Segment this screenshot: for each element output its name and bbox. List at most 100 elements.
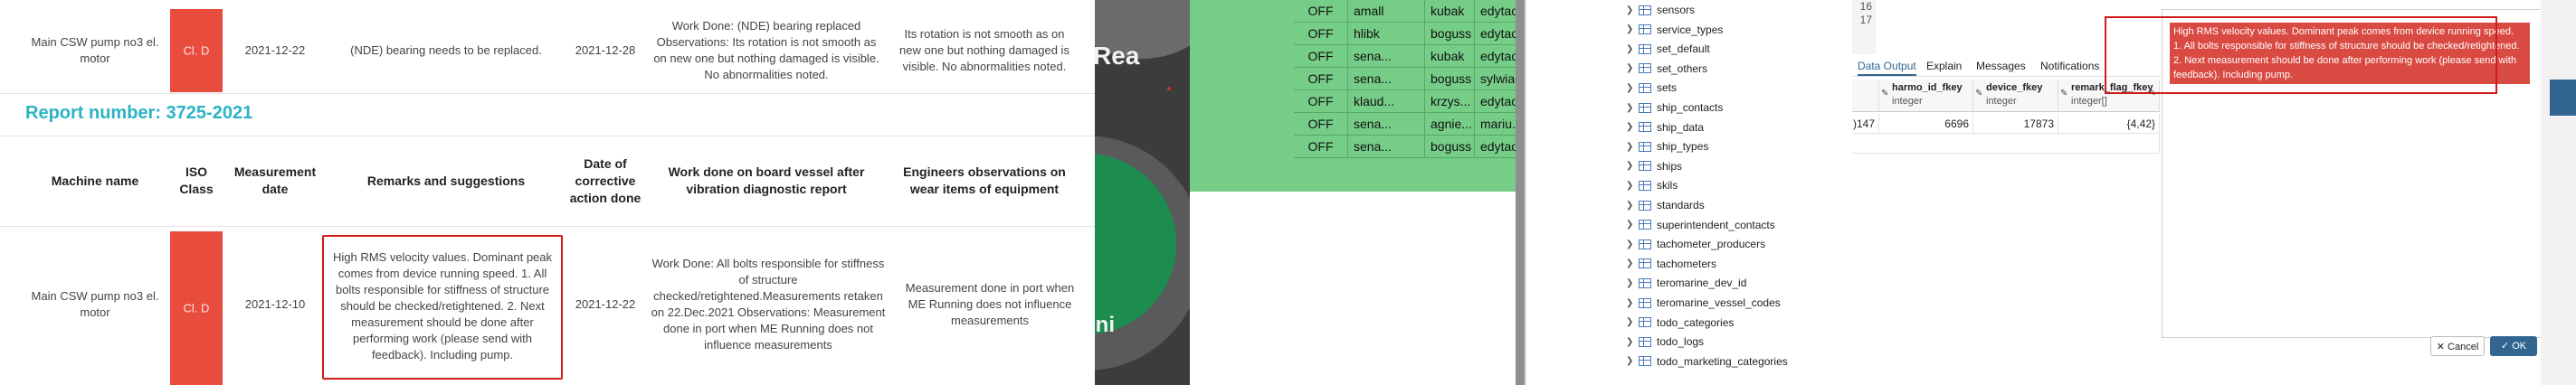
tree-item[interactable]: ❯ teromarine_vessel_codes	[1626, 293, 1781, 313]
table-cell[interactable]: 17873	[1973, 114, 2058, 134]
tree-item-label: ship_types	[1657, 140, 1709, 154]
header-iso-class: ISO Class	[179, 164, 214, 196]
table-cell[interactable]: OFF	[1294, 136, 1348, 158]
chevron-right-icon[interactable]: ❯	[1626, 83, 1639, 93]
tree-item[interactable]: ❯ sensors	[1626, 0, 1695, 20]
table-row[interactable]: OFFsena...bogussedytaokra	[1294, 136, 1516, 158]
table-cell[interactable]: )147	[1852, 114, 1879, 134]
chevron-right-icon[interactable]: ❯	[1626, 122, 1639, 132]
table-cell[interactable]: edytao	[1475, 90, 1516, 113]
table-cell[interactable]: sena...	[1348, 45, 1425, 68]
tab-notifications[interactable]: Notifications	[2040, 60, 2099, 72]
table-cell[interactable]: 6696	[1879, 114, 1973, 134]
tree-item[interactable]: ❯ ship_types	[1626, 136, 1708, 156]
tree-item[interactable]: ❯ ship_data	[1626, 117, 1704, 137]
table-row[interactable]: OFFsena...agnie...mariu...tor	[1294, 113, 1516, 136]
table-icon	[1639, 102, 1651, 113]
tree-item-label: ship_contacts	[1657, 101, 1724, 114]
chevron-right-icon[interactable]: ❯	[1626, 201, 1639, 211]
tab-data-output[interactable]: Data Output	[1858, 60, 1916, 76]
chevron-right-icon[interactable]: ❯	[1626, 356, 1639, 366]
tree-item[interactable]: ❯ todo_marketing_categories	[1626, 352, 1788, 371]
table-cell[interactable]: OFF	[1294, 90, 1348, 113]
tree-item[interactable]: ❯ ship_contacts	[1626, 98, 1723, 117]
tree-item[interactable]: ❯ set_others	[1626, 59, 1707, 79]
chevron-right-icon[interactable]: ❯	[1626, 298, 1639, 308]
table-row[interactable]: OFFhlibkbogussedytaose	[1294, 23, 1516, 45]
chevron-right-icon[interactable]: ❯	[1626, 317, 1639, 327]
tree-item[interactable]: ❯ ships	[1626, 156, 1682, 176]
chevron-right-icon[interactable]: ❯	[1626, 258, 1639, 268]
table-cell[interactable]: amall	[1348, 0, 1425, 23]
table-cell[interactable]: boguss	[1425, 68, 1475, 90]
table-row[interactable]: OFFklaud...krzys...edytaokra	[1294, 90, 1516, 113]
right-sidebar	[2541, 0, 2576, 385]
measurement-date-cell: 2021-12-10	[244, 297, 306, 311]
cancel-button[interactable]: ✕ Cancel	[2430, 336, 2485, 356]
tree-item[interactable]: ❯ service_types	[1626, 20, 1723, 40]
table-cell[interactable]: kubak	[1425, 0, 1475, 23]
chevron-right-icon[interactable]: ❯	[1626, 220, 1639, 230]
ok-button[interactable]: ✓ OK	[2490, 336, 2537, 356]
table-cell[interactable]: sylwiag	[1475, 68, 1516, 90]
tree-item[interactable]: ❯ teromarine_dev_id	[1626, 273, 1746, 293]
table-cell[interactable]: agnie...	[1425, 113, 1475, 136]
column-header-harmo-id[interactable]: ✎ harmo_id_fkey integer	[1879, 80, 1973, 112]
chevron-right-icon[interactable]: ❯	[1626, 181, 1639, 191]
measurement-date-cell: 2021-12-22	[244, 43, 306, 57]
table-cell[interactable]: edytao	[1475, 0, 1516, 23]
table-cell[interactable]: edytao	[1475, 45, 1516, 68]
column-header-device[interactable]: ✎ device_fkey integer	[1973, 80, 2058, 112]
table-cell[interactable]: boguss	[1425, 23, 1475, 45]
chevron-right-icon[interactable]: ❯	[1626, 63, 1639, 73]
table-cell[interactable]: OFF	[1294, 45, 1348, 68]
table-cell[interactable]: OFF	[1294, 0, 1348, 23]
tree-item[interactable]: ❯ tachometer_producers	[1626, 234, 1765, 254]
tree-item[interactable]: ❯ todo_logs	[1626, 332, 1704, 352]
tree-item[interactable]: ❯ tachometers	[1626, 254, 1716, 274]
table-icon	[1639, 336, 1651, 347]
line-number: 16	[1859, 0, 1872, 13]
table-row[interactable]: OFFamallkubakedytaose	[1294, 0, 1516, 23]
tree-item[interactable]: ❯ skils	[1626, 175, 1678, 195]
table-cell[interactable]: edytao	[1475, 23, 1516, 45]
chevron-right-icon[interactable]: ❯	[1626, 239, 1639, 249]
tab-messages[interactable]: Messages	[1976, 60, 2026, 72]
table-cell[interactable]: sena...	[1348, 68, 1425, 90]
chevron-right-icon[interactable]: ❯	[1626, 278, 1639, 288]
tab-explain[interactable]: Explain	[1926, 60, 1962, 72]
chevron-right-icon[interactable]: ❯	[1626, 337, 1639, 347]
table-icon	[1639, 200, 1651, 211]
table-cell[interactable]: edytao	[1475, 136, 1516, 158]
table-cell[interactable]: boguss	[1425, 136, 1475, 158]
table-cell[interactable]: hlibk	[1348, 23, 1425, 45]
table-cell[interactable]: sena...	[1348, 113, 1425, 136]
tree-item-label: standards	[1657, 199, 1705, 211]
table-cell[interactable]: {4,42}	[2058, 114, 2160, 134]
chevron-right-icon[interactable]: ❯	[1626, 142, 1639, 152]
table-cell[interactable]: mariu...	[1475, 113, 1516, 136]
table-cell[interactable]: kubak	[1425, 45, 1475, 68]
table-cell[interactable]: sena...	[1348, 136, 1425, 158]
table-row[interactable]: OFFsena...kubakedytaokra	[1294, 45, 1516, 68]
column-type: integer	[1892, 96, 1923, 107]
table-cell[interactable]: OFF	[1294, 68, 1348, 90]
table-icon	[1639, 141, 1651, 152]
table-cell[interactable]: klaud...	[1348, 90, 1425, 113]
tree-item[interactable]: ❯ set_default	[1626, 39, 1710, 59]
table-cell[interactable]: OFF	[1294, 113, 1348, 136]
table-cell[interactable]: krzys...	[1425, 90, 1475, 113]
tree-item[interactable]: ❯ standards	[1626, 195, 1705, 215]
scrollbar[interactable]	[1516, 0, 1525, 385]
chevron-right-icon[interactable]: ❯	[1626, 103, 1639, 113]
tree-item[interactable]: ❯ superintendent_contacts	[1626, 215, 1775, 235]
chevron-right-icon[interactable]: ❯	[1626, 24, 1639, 34]
table-cell[interactable]: OFF	[1294, 23, 1348, 45]
chevron-right-icon[interactable]: ❯	[1626, 5, 1639, 15]
tree-item[interactable]: ❯ todo_categories	[1626, 313, 1734, 333]
chevron-right-icon[interactable]: ❯	[1626, 161, 1639, 171]
tree-item[interactable]: ❯ sets	[1626, 78, 1677, 98]
table-row[interactable]: OFFsena...bogusssylwiagse	[1294, 68, 1516, 90]
chevron-right-icon[interactable]: ❯	[1626, 44, 1639, 54]
report-panel: Main CSW pump no3 el. motor Cl. D 2021-1…	[0, 0, 1095, 385]
